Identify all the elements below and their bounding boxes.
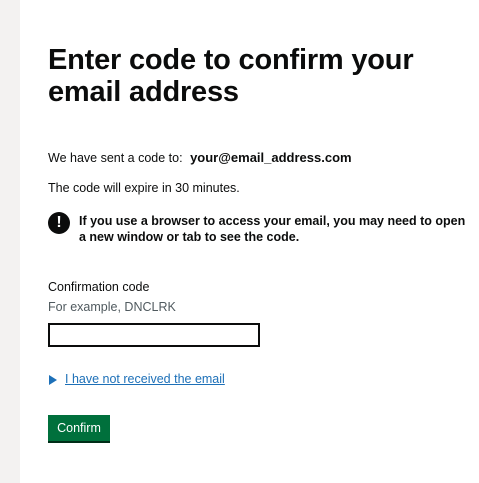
not-received-email-link[interactable]: I have not received the email [65, 372, 225, 386]
email-address: your@email_address.com [190, 150, 352, 165]
confirmation-code-input[interactable] [48, 323, 260, 347]
disclosure-triangle-icon [49, 375, 57, 385]
main-panel: Enter code to confirm your email address… [20, 0, 479, 483]
sent-message: We have sent a code to: your@email_addre… [48, 150, 352, 165]
confirmation-code-hint: For example, DNCLRK [48, 300, 176, 314]
warning-icon: ! [48, 212, 70, 234]
expiry-message: The code will expire in 30 minutes. [48, 181, 240, 195]
confirmation-code-label: Confirmation code [48, 280, 150, 294]
warning-text: If you use a browser to access your emai… [79, 214, 466, 244]
page-title: Enter code to confirm your email address [48, 44, 414, 108]
content: Enter code to confirm your email address… [48, 44, 468, 441]
sent-prefix: We have sent a code to: [48, 151, 183, 165]
confirm-button[interactable]: Confirm [48, 415, 110, 441]
